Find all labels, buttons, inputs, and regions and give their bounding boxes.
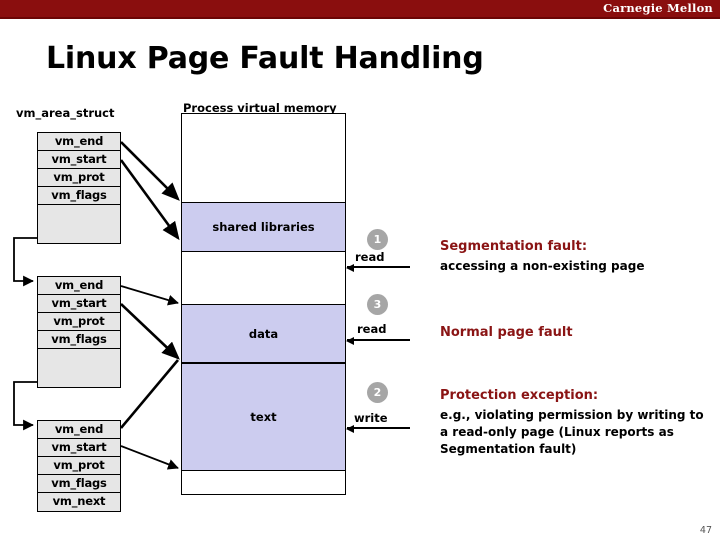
struct-field: vm_end [38,133,120,151]
note-protection-exception: Protection exception: e.g., violating pe… [440,388,705,458]
note-segmentation-fault: Segmentation fault: accessing a non-exis… [440,239,710,275]
vm-area-struct-box-3: vm_end vm_start vm_prot vm_flags vm_next [37,420,121,512]
note-heading: Segmentation fault: [440,239,588,254]
segment-label: shared libraries [212,220,315,234]
note-heading: Normal page fault [440,325,573,340]
note-normal-page-fault: Normal page fault [440,325,710,340]
note-body: accessing a non-existing page [440,259,645,273]
memory-segment-shared-libraries: shared libraries [182,202,345,252]
access-arrow-3 [346,336,410,345]
vm-area-struct-box-2: vm_end vm_start vm_prot vm_flags [37,276,121,388]
note-heading: Protection exception: [440,388,599,403]
struct-field: vm_end [38,421,120,439]
memory-segment-text: text [182,363,345,471]
struct-field: vm_flags [38,475,120,493]
step-circle-3: 3 [367,294,388,315]
page-number: 47 [699,525,712,536]
process-virtual-memory-column: shared libraries data text [181,113,346,495]
segment-label: data [248,326,279,341]
struct-field: vm_prot [38,169,120,187]
access-arrow-2 [346,424,410,433]
struct-field: vm_start [38,151,120,169]
step-circle-2: 2 [367,382,388,403]
struct-field: vm_flags [38,331,120,349]
struct-field: vm_flags [38,187,120,205]
struct-field: vm_end [38,277,120,295]
access-label-write-2: write [354,411,388,425]
struct-field: vm_prot [38,313,120,331]
banner-shadow [0,17,720,19]
access-label-read-1: read [355,250,385,264]
struct-field-empty [38,349,120,387]
struct-field: vm_start [38,439,120,457]
struct-field: vm_next [52,494,106,508]
vm-area-struct-label: vm_area_struct [16,106,115,120]
note-body: e.g., violating permission by writing to… [440,408,704,456]
struct-field-empty [38,205,120,243]
carnegie-mellon-brand: Carnegie Mellon [603,1,713,15]
struct-field: vm_start [38,295,120,313]
step-circle-1: 1 [367,229,388,250]
page-title: Linux Page Fault Handling [46,41,484,76]
access-arrow-1 [346,263,410,272]
memory-segment-data: data [182,304,345,363]
struct-field: vm_prot [38,457,120,475]
access-label-read-3: read [357,322,387,336]
vm-area-struct-box-1: vm_end vm_start vm_prot vm_flags [37,132,121,244]
segment-label: text [250,410,277,424]
